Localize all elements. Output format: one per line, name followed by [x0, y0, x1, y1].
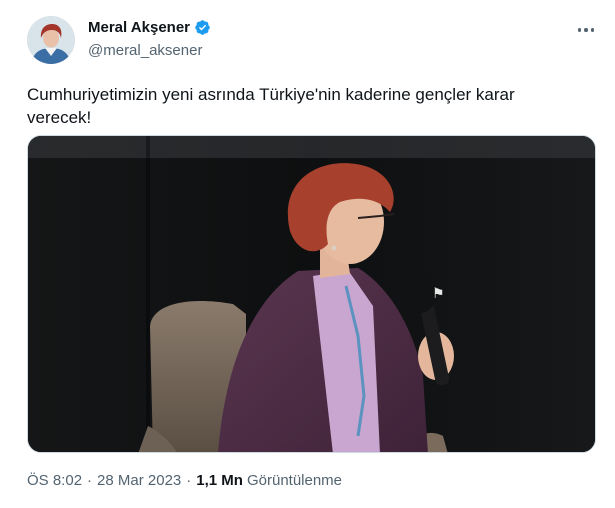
tweet-meta: ÖS 8:02 · 28 Mar 2023 · 1,1 Mn Görüntüle… [27, 472, 342, 489]
author-handle[interactable]: @meral_aksener [88, 42, 202, 59]
verified-badge-icon[interactable] [194, 19, 211, 36]
tweet-card: Meral Akşener @meral_aksener Cumhuriyeti… [0, 0, 615, 508]
author-display-name[interactable]: Meral Akşener [88, 19, 190, 36]
avatar[interactable] [27, 16, 75, 64]
author-name-row: Meral Akşener [88, 19, 211, 36]
tweet-photo[interactable]: ⚑ [27, 135, 596, 453]
views-count: 1,1 Mn [196, 472, 243, 489]
tweet-time[interactable]: ÖS 8:02 [27, 472, 82, 489]
svg-text:⚑: ⚑ [432, 286, 445, 302]
meta-separator: · [186, 472, 192, 489]
tweet-text: Cumhuriyetimizin yeni asrında Türkiye'ni… [27, 85, 515, 127]
photo-image: ⚑ [28, 136, 595, 452]
more-options-icon[interactable] [572, 20, 600, 40]
tweet-date[interactable]: 28 Mar 2023 [97, 472, 181, 489]
avatar-image [27, 16, 75, 64]
views-label: Görüntülenme [246, 472, 343, 489]
meta-separator: · [87, 472, 93, 489]
